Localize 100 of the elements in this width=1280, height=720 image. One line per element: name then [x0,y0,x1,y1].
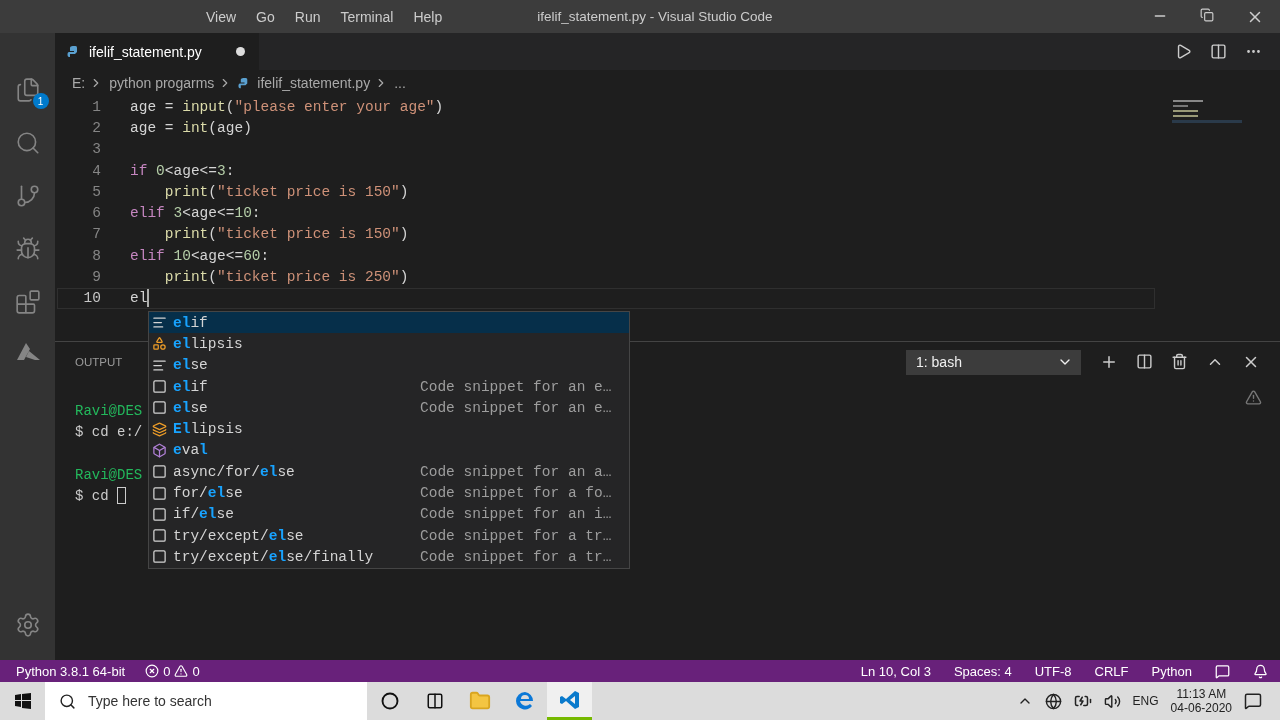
editor-tab[interactable]: ifelif_statement.py [55,33,259,70]
breadcrumb[interactable]: python progarms [109,75,215,91]
notification-icon[interactable] [1244,692,1262,710]
line-number: 3 [91,141,101,158]
menu-item[interactable]: Terminal [340,8,394,25]
suggestion-label: eval [173,442,209,459]
suggestion-label: Ellipsis [173,421,244,438]
code-line: print("ticket price is 250") [163,269,409,285]
feedback-icon[interactable] [1215,663,1230,679]
variable-icon [152,421,167,437]
suggestion-label: elif [173,378,209,395]
line-number: 8 [91,247,101,264]
suggestion-label: if/else [173,506,235,523]
status-item[interactable]: UTF-8 [1034,663,1072,679]
terminal-line: $ cd e:/ [75,423,143,440]
suggestion-item[interactable]: else Code snippet for an e… [149,397,629,419]
status-item[interactable]: Python [1151,663,1192,679]
suggestion-item[interactable]: async/for/else Code snippet for an a… [149,461,629,483]
code-line: el [130,290,148,307]
suggestion-detail: Code snippet for a fo… [420,485,612,501]
menu-item[interactable]: View [206,8,237,25]
snippet-icon [152,485,167,501]
warning-icon [174,664,189,678]
split-editor-icon[interactable] [1210,43,1227,60]
extensions-icon[interactable] [14,289,41,315]
suggestion-label: try/except/else [173,527,305,544]
status-item[interactable]: Spaces: 4 [953,663,1012,679]
plus-icon[interactable] [1100,353,1118,371]
split-terminal-icon[interactable] [1136,353,1153,370]
trash-icon[interactable] [1171,353,1188,370]
breadcrumb[interactable]: ... [394,75,406,91]
azure-icon[interactable] [14,342,41,362]
suggestion-item[interactable]: else [149,354,629,376]
status-item[interactable]: CRLF [1094,663,1129,679]
terminal-line: Ravi@DES [75,402,143,419]
suggestion-label: else [173,357,209,374]
line-number: 10 [82,290,101,307]
class-icon [152,336,167,352]
suggestion-detail: Code snippet for an e… [420,399,612,416]
suggestion-item[interactable]: try/except/else/finally Code snippet for a tr… [149,546,629,568]
clock-time[interactable]: 11:13 AM [1176,687,1227,701]
search-icon [59,692,76,710]
task-view-icon[interactable] [425,692,444,710]
code-line: elif 10<age<=60: [130,247,270,264]
suggestion-item[interactable]: elif [149,312,629,334]
terminal-select[interactable]: 1: bash [906,349,1081,375]
volume-icon[interactable] [1103,692,1121,710]
tab-label: ifelif_statement.py [89,43,202,60]
source-control-icon[interactable] [14,183,41,209]
cortana-icon[interactable] [380,692,399,710]
suggestion-item[interactable]: for/else Code snippet for a fo… [149,482,629,504]
line-number: 7 [91,226,101,243]
snippet-icon [152,379,167,395]
settings-icon[interactable] [14,612,41,638]
panel-tab[interactable]: OUTPUT [75,356,123,368]
windows-icon[interactable] [14,693,31,709]
run-icon[interactable] [1175,43,1192,60]
files-icon[interactable] [14,77,41,103]
taskbar-search-field[interactable]: Type here to search [45,682,367,720]
menu-item[interactable]: Go [256,8,275,25]
status-item[interactable]: Ln 10, Col 3 [860,663,931,679]
suggestion-item[interactable]: elif Code snippet for an e… [149,375,629,398]
status-item[interactable]: Python 3.8.1 64-bit [16,663,126,679]
menu-item[interactable]: Run [294,8,321,25]
suggestion-detail: Code snippet for an i… [420,506,612,523]
clock-date[interactable]: 04-06-2020 [1170,701,1232,715]
keyword-icon [152,357,167,373]
bell-icon[interactable] [1253,663,1268,679]
snippet-icon [152,528,167,544]
suggestion-label: else [173,399,209,416]
vscode-icon[interactable] [558,688,581,711]
breadcrumb[interactable]: ifelif_statement.py [257,75,371,91]
line-number: 1 [91,98,101,115]
suggestion-item[interactable]: eval [149,439,629,462]
edge-icon[interactable] [513,690,536,712]
snippet-icon [152,400,167,416]
snippet-icon [152,506,167,522]
line-number: 4 [91,162,101,179]
error-count[interactable]: 0 [163,663,171,679]
code-line: age = int(age) [130,119,252,136]
snippet-icon [152,549,167,565]
suggestion-item[interactable]: Ellipsis [149,418,629,440]
restore-icon[interactable] [1200,7,1214,22]
code-line: print("ticket price is 150") [163,183,409,200]
terminal-line: $ cd [75,487,109,504]
suggestion-detail: Code snippet for a tr… [420,527,612,544]
suggestion-item[interactable]: try/except/else Code snippet for a tr… [149,524,629,547]
error-icon [145,664,160,678]
code-line: print("ticket price is 150") [163,226,409,243]
suggestion-item[interactable]: ellipsis [149,333,629,355]
language-indicator[interactable]: ENG [1132,694,1159,708]
bug-icon[interactable] [14,236,41,262]
line-number: 9 [91,269,101,285]
warning-count[interactable]: 0 [192,663,200,679]
code-line: if 0<age<=3: [130,162,235,179]
globe-icon[interactable] [1044,692,1062,710]
breadcrumb[interactable]: E: [72,75,86,91]
menu-item[interactable]: Help [413,8,443,25]
code-line: elif 3<age<=10: [130,205,261,222]
suggestion-item[interactable]: if/else Code snippet for an i… [149,503,629,525]
